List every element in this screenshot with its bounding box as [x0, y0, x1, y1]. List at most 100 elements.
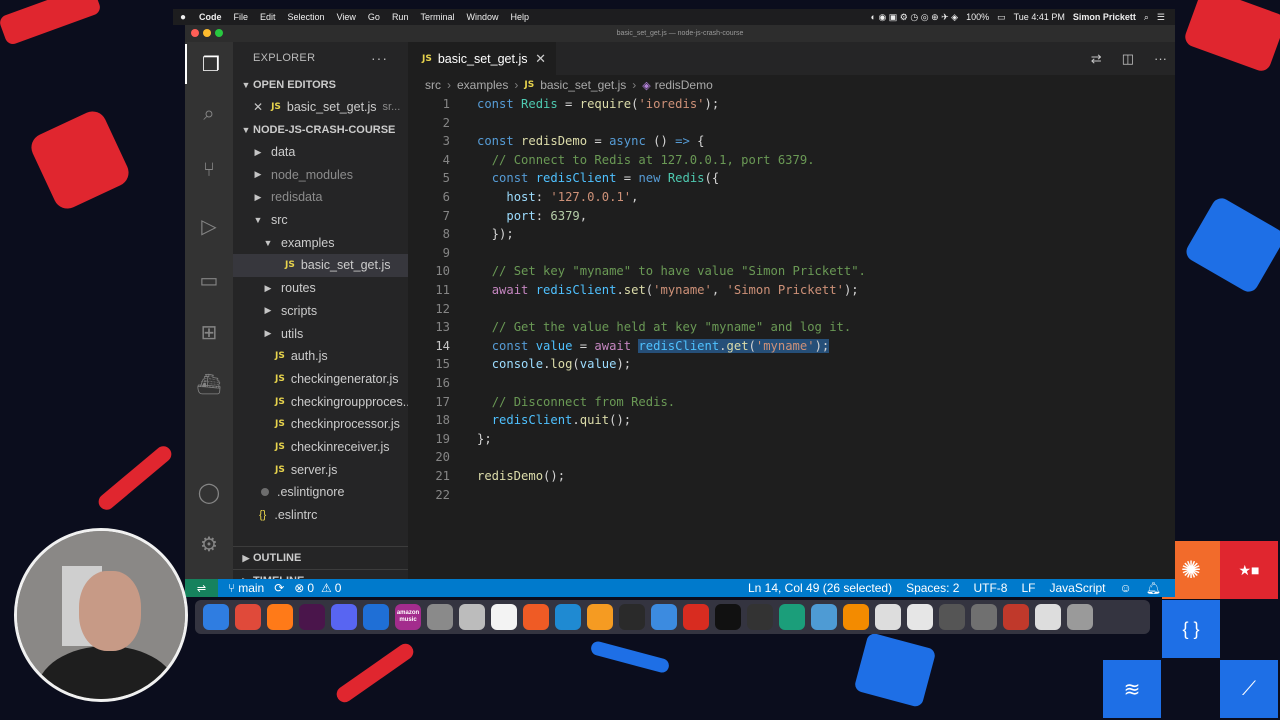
slack-icon[interactable]: [299, 604, 325, 630]
finder-icon[interactable]: [203, 604, 229, 630]
tree-item[interactable]: JS auth.js: [233, 345, 408, 368]
code-line[interactable]: 19};: [408, 430, 1175, 449]
gear-icon[interactable]: ⚙: [185, 524, 233, 564]
run-debug-icon[interactable]: ▷: [185, 206, 233, 246]
outline-header[interactable]: ▶ OUTLINE: [233, 546, 408, 569]
remote-explorer-icon[interactable]: ▭: [185, 260, 233, 300]
trash-icon[interactable]: [1067, 604, 1093, 630]
code-line[interactable]: 6 host: '127.0.0.1',: [408, 188, 1175, 207]
battery-icon[interactable]: ▭: [997, 12, 1006, 23]
encoding[interactable]: UTF-8: [973, 581, 1007, 595]
tree-item[interactable]: ▼ src: [233, 209, 408, 232]
search-icon[interactable]: ⌕: [1144, 12, 1149, 23]
intellij-icon[interactable]: [619, 604, 645, 630]
breadcrumb-symbol[interactable]: redisDemo: [655, 78, 713, 92]
code-line[interactable]: 14 const value = await redisClient.get('…: [408, 337, 1175, 356]
menu-view[interactable]: View: [331, 12, 362, 22]
menu-edit[interactable]: Edit: [254, 12, 282, 22]
menu-terminal[interactable]: Terminal: [414, 12, 460, 22]
xcode-icon[interactable]: [651, 604, 677, 630]
open-editor-item[interactable]: ✕ JS basic_set_get.js sr...: [233, 96, 408, 119]
window-icon[interactable]: [1003, 604, 1029, 630]
menu-help[interactable]: Help: [504, 12, 535, 22]
code-line[interactable]: 20: [408, 448, 1175, 467]
tree-item[interactable]: ▶ node_modules: [233, 163, 408, 186]
window-icon[interactable]: [939, 604, 965, 630]
menu-file[interactable]: File: [228, 12, 255, 22]
explorer-icon[interactable]: ❐: [185, 44, 235, 84]
discord-icon[interactable]: [331, 604, 357, 630]
chrome-icon[interactable]: [235, 604, 261, 630]
window-icon[interactable]: [1035, 604, 1061, 630]
source-control-icon[interactable]: ⑂: [185, 150, 233, 190]
remote-icon[interactable]: ⇌: [185, 579, 218, 597]
language-mode[interactable]: JavaScript: [1049, 581, 1105, 595]
code-line[interactable]: 15 console.log(value);: [408, 355, 1175, 374]
code-line[interactable]: 12: [408, 300, 1175, 319]
tree-item[interactable]: JS checkingenerator.js: [233, 368, 408, 391]
firefox-icon[interactable]: [267, 604, 293, 630]
code-line[interactable]: 3 const redisDemo = async () => {: [408, 132, 1175, 151]
menu-code[interactable]: Code: [193, 12, 228, 22]
status-icons[interactable]: ◐ ◉ ▣ ⚙ ◷ ◎ ⊕ ✈ ◈: [871, 12, 959, 23]
problems-status[interactable]: ⊗ 0 ⚠ 0: [294, 581, 341, 595]
control-center-icon[interactable]: ☰: [1157, 12, 1165, 23]
document-icon[interactable]: [875, 604, 901, 630]
menu-selection[interactable]: Selection: [282, 12, 331, 22]
tree-item[interactable]: .eslintignore: [233, 481, 408, 504]
code-line[interactable]: 9: [408, 244, 1175, 263]
calculator-icon[interactable]: [811, 604, 837, 630]
tree-item[interactable]: JS checkinreceiver.js: [233, 436, 408, 459]
cursor-position[interactable]: Ln 14, Col 49 (26 selected): [748, 581, 892, 595]
notifications-icon[interactable]: 🔔︎: [1146, 581, 1161, 595]
code-line[interactable]: 10 // Set key "myname" to have value "Si…: [408, 262, 1175, 281]
more-actions-icon[interactable]: ···: [1154, 51, 1167, 66]
music-icon[interactable]: amazon music: [395, 604, 421, 630]
code-line[interactable]: 7 port: 6379,: [408, 207, 1175, 226]
close-window-button[interactable]: [191, 29, 199, 37]
code-line[interactable]: 21 redisDemo();: [408, 467, 1175, 486]
code-line[interactable]: 17 // Disconnect from Redis.: [408, 393, 1175, 412]
accounts-icon[interactable]: ◯: [185, 472, 233, 512]
menu-window[interactable]: Window: [460, 12, 504, 22]
code-line[interactable]: 18 redisClient.quit();: [408, 411, 1175, 430]
compare-icon[interactable]: ⇄: [1091, 51, 1102, 67]
battery-percent[interactable]: 100%: [966, 12, 989, 22]
code-line[interactable]: 1 const Redis = require('ioredis');: [408, 95, 1175, 114]
docker-icon[interactable]: ⛴: [185, 364, 233, 404]
redis-icon[interactable]: [683, 604, 709, 630]
tree-item[interactable]: JS checkingroupproces...: [233, 390, 408, 413]
menu-run[interactable]: Run: [386, 12, 415, 22]
extensions-icon[interactable]: ⊞: [185, 312, 233, 352]
menu-go[interactable]: Go: [362, 12, 386, 22]
tree-item[interactable]: ▼ examples: [233, 231, 408, 254]
tree-item[interactable]: {} .eslintrc: [233, 504, 408, 527]
tree-item[interactable]: ▶ redisdata: [233, 186, 408, 209]
window-icon[interactable]: [907, 604, 933, 630]
code-line[interactable]: 16: [408, 374, 1175, 393]
breadcrumb-examples[interactable]: examples: [457, 78, 508, 92]
tree-item[interactable]: ▶ scripts: [233, 300, 408, 323]
code-line[interactable]: 11 await redisClient.set('myname', 'Simo…: [408, 281, 1175, 300]
code-line[interactable]: 13 // Get the value held at key "myname"…: [408, 318, 1175, 337]
minimize-window-button[interactable]: [203, 29, 211, 37]
calendar-icon[interactable]: [491, 604, 517, 630]
sync-icon[interactable]: ⟳: [274, 581, 284, 595]
close-icon[interactable]: ✕: [253, 100, 263, 114]
branch-status[interactable]: ⑂ main: [228, 581, 264, 595]
project-header[interactable]: ▼ NODE-JS-CRASH-COURSE: [233, 119, 408, 141]
gitkraken-icon[interactable]: [779, 604, 805, 630]
apple-icon[interactable]: ●: [173, 12, 193, 23]
code-editor[interactable]: 1 const Redis = require('ioredis'); 2 3 cons…: [408, 95, 1175, 525]
settings-icon[interactable]: [427, 604, 453, 630]
more-actions-icon[interactable]: ···: [371, 50, 388, 66]
tree-item[interactable]: ▶ data: [233, 141, 408, 164]
tree-item[interactable]: JS server.js: [233, 458, 408, 481]
mail-icon[interactable]: [459, 604, 485, 630]
tree-item[interactable]: ▶ routes: [233, 277, 408, 300]
tree-item[interactable]: JS basic_set_get.js: [233, 254, 408, 277]
browser-icon[interactable]: [363, 604, 389, 630]
postman-icon[interactable]: [523, 604, 549, 630]
tab-basic-set-get[interactable]: JS basic_set_get.js ✕: [408, 42, 556, 75]
clock[interactable]: Tue 4:41 PM: [1014, 12, 1065, 22]
